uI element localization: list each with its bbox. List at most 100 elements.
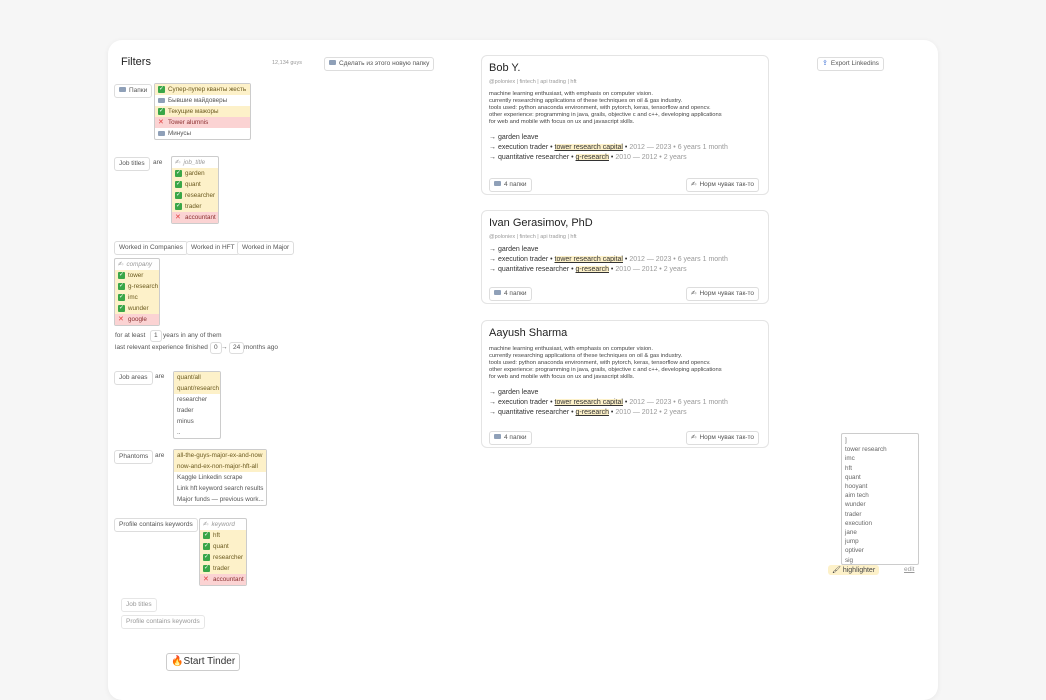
worked-hft-button[interactable]: Worked in HFT	[186, 241, 240, 255]
list-item[interactable]: ✓ hft	[200, 530, 246, 541]
experience-company[interactable]: tower research capital	[554, 256, 623, 263]
profile-folders-button[interactable]: 4 папки	[489, 178, 532, 192]
check-icon: ✓	[203, 554, 210, 561]
list-item[interactable]: researcher	[174, 394, 220, 405]
export-linkedins-button[interactable]: ⇪ Export Linkedins	[817, 57, 884, 72]
list-item-label: trader	[185, 203, 202, 210]
list-item[interactable]: Link hft keyword search results	[174, 483, 266, 494]
list-item[interactable]: ✕ Tower alumnis	[155, 117, 250, 128]
description-line: for web and mobile with focus on ux and …	[489, 119, 635, 125]
add-keywords-filter[interactable]: Profile contains keywords	[121, 615, 205, 629]
highlighter-words[interactable]: ] tower research imc hft quant hooyant aim tec…	[841, 433, 919, 565]
description-line: other experience: programming in java, g…	[489, 367, 722, 373]
description-line: machine learning enthusiast, with emphas…	[489, 346, 654, 352]
description-line: machine learning enthusiast, with emphas…	[489, 91, 654, 97]
list-item[interactable]: ✓ quant	[200, 541, 246, 552]
experience-company[interactable]: tower research capital	[554, 399, 623, 406]
list-item-label: hft	[213, 532, 221, 539]
experience-title: garden leave	[497, 389, 539, 396]
export-icon: ⇪	[822, 60, 828, 67]
folders-button[interactable]: Папки	[114, 84, 153, 98]
profile-name: Aayush Sharma	[489, 327, 568, 339]
list-item-label: researcher	[185, 192, 216, 199]
list-item[interactable]: ✓ imc	[115, 292, 159, 303]
experience-title: quantitative researcher	[497, 266, 570, 273]
list-item[interactable]: ✓ tower	[115, 270, 159, 281]
list-item[interactable]: Минусы	[155, 128, 250, 139]
description-line: currently researching applications of th…	[489, 98, 683, 104]
months-to-input[interactable]: 24	[229, 342, 245, 354]
list-item[interactable]: ..	[174, 427, 220, 438]
highlighter-toggle[interactable]: 🖌 highlighter	[828, 565, 880, 575]
check-icon: ✓	[118, 294, 125, 301]
list-input-placeholder[interactable]: ✍ keyword	[200, 519, 246, 530]
description-line: currently researching applications of th…	[489, 353, 683, 359]
profile-note-button[interactable]: ✍ Норм чувак так-то	[686, 178, 759, 192]
profile-note-label: Норм чувак так-то	[699, 434, 754, 441]
list-item-label: quant	[185, 181, 201, 188]
list-item[interactable]: ✕ accountant	[172, 212, 218, 223]
cross-icon: ✕	[175, 214, 181, 221]
experience-company[interactable]: g-research	[575, 154, 609, 161]
list-item[interactable]: ✓ wunder	[115, 303, 159, 314]
check-icon: ✓	[175, 181, 182, 188]
profile-card[interactable]: Aayush Sharma machine learning enthusiast…	[481, 320, 769, 448]
list-item-label: Супер-пупер кванты жесть	[168, 86, 247, 93]
profile-note-button[interactable]: ✍ Норм чувак так-то	[686, 287, 759, 301]
list-item[interactable]: quant/research	[174, 383, 220, 394]
experience-dates: 2010 — 2012 • 2 years	[615, 409, 687, 416]
highlighter-edit-link[interactable]: edit	[904, 566, 914, 573]
add-job-titles-filter[interactable]: Job titles	[121, 598, 157, 612]
years-input[interactable]: 1	[150, 330, 162, 342]
list-item[interactable]: ✓ quant	[172, 179, 218, 190]
profile-folders-button[interactable]: 4 папки	[489, 287, 532, 301]
list-item[interactable]: ✓ researcher	[200, 552, 246, 563]
job-titles-button[interactable]: Job titles	[114, 157, 150, 171]
list-item[interactable]: ✓ trader	[172, 201, 218, 212]
profile-folders-button[interactable]: 4 папки	[489, 431, 532, 445]
list-item[interactable]: trader	[174, 405, 220, 416]
new-folder-button[interactable]: Сделать из этого новую папку	[324, 57, 435, 71]
list-item[interactable]: ✓ g-research	[115, 281, 159, 292]
highlighter-word: optiver	[845, 547, 864, 555]
list-input-placeholder[interactable]: ✍ job_title	[172, 157, 218, 168]
experience-title: quantitative researcher	[497, 154, 570, 161]
profile-card[interactable]: Ivan Gerasimov, PhD @poloniex | fintech |…	[481, 210, 769, 304]
list-input-placeholder[interactable]: ✍ company	[115, 259, 159, 270]
list-item[interactable]: ✕ google	[115, 314, 159, 325]
keywords-button[interactable]: Profile contains keywords	[114, 518, 198, 532]
list-item-label: Минусы	[168, 130, 191, 137]
atleast-post: years in any of them	[163, 332, 222, 339]
phantoms-button[interactable]: Phantoms	[114, 450, 154, 464]
list-item[interactable]: ✕ accountant	[200, 574, 246, 585]
list-item[interactable]: ✓ researcher	[172, 190, 218, 201]
list-item[interactable]: ✓ trader	[200, 563, 246, 574]
list-item[interactable]: ✓ Текущие мажоры	[155, 106, 250, 117]
list-item[interactable]: Бывшие майдоверы	[155, 95, 250, 106]
start-tinder-button[interactable]: 🔥Start Tinder	[166, 653, 241, 671]
list-item-label: g-research	[128, 283, 159, 290]
list-item[interactable]: ✓ garden	[172, 168, 218, 179]
check-icon: ✓	[158, 86, 165, 93]
folder-icon	[158, 131, 165, 136]
experience-company[interactable]: g-research	[575, 409, 609, 416]
list-item[interactable]: Kaggle Linkedin scrape	[174, 472, 266, 483]
list-item[interactable]: ✓ Супер-пупер кванты жесть	[155, 84, 250, 95]
profile-card[interactable]: Bob Y. @poloniex | fintech | api trading …	[481, 55, 769, 195]
job-areas-button[interactable]: Job areas	[114, 371, 153, 385]
experience-company[interactable]: tower research capital	[554, 144, 623, 151]
experience-row: → execution trader • tower research capi…	[489, 399, 728, 406]
list-item[interactable]: all-the-guys-major-ex-and-now	[174, 450, 266, 461]
worked-major-button[interactable]: Worked in Major	[237, 241, 295, 255]
list-item[interactable]: quant/all	[174, 372, 220, 383]
experience-row: → quantitative researcher • g-research •…	[489, 266, 687, 273]
highlighter-word: ]	[845, 437, 847, 444]
profile-note-button[interactable]: ✍ Норм чувак так-то	[686, 431, 759, 445]
experience-company[interactable]: g-research	[575, 266, 609, 273]
list-item[interactable]: minus	[174, 416, 220, 427]
list-item-label: minus	[177, 418, 194, 425]
list-item[interactable]: now-and-ex-non-major-hft-all	[174, 461, 266, 472]
worked-companies-button[interactable]: Worked in Companies	[114, 241, 188, 255]
months-from-input[interactable]: 0	[210, 342, 222, 354]
list-item[interactable]: Major funds — previous work...	[174, 494, 266, 505]
